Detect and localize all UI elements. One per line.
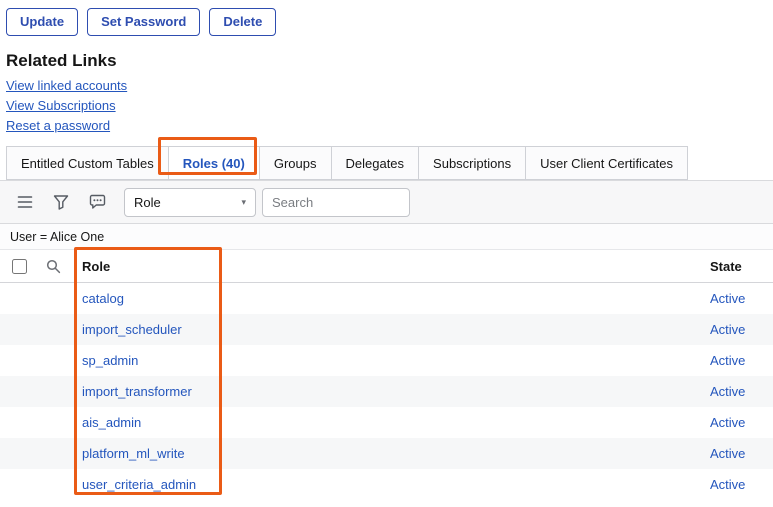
related-links-list: View linked accounts View Subscriptions … — [0, 78, 773, 133]
tab-delegates[interactable]: Delegates — [332, 146, 420, 180]
search-icon[interactable] — [46, 259, 61, 274]
role-link[interactable]: catalog — [82, 291, 124, 306]
state-link[interactable]: Active — [710, 477, 745, 492]
role-link[interactable]: ais_admin — [82, 415, 141, 430]
search-column-select[interactable]: Role ▾ — [124, 188, 256, 217]
list-toolbar: Role ▾ — [0, 180, 773, 224]
role-link[interactable]: user_criteria_admin — [82, 477, 196, 492]
tab-entitled-custom-tables[interactable]: Entitled Custom Tables — [6, 146, 169, 180]
table-row: import_scheduler Active — [0, 314, 773, 345]
table-body: catalog Active import_scheduler Active s… — [0, 283, 773, 500]
action-button-row: Update Set Password Delete — [0, 0, 773, 36]
tab-bar: Entitled Custom Tables Roles (40) Groups… — [0, 146, 773, 180]
state-link[interactable]: Active — [710, 446, 745, 461]
state-link[interactable]: Active — [710, 322, 745, 337]
table-header-row: Role State — [0, 250, 773, 283]
search-input[interactable] — [262, 188, 410, 217]
role-link[interactable]: import_scheduler — [82, 322, 182, 337]
chevron-down-icon: ▾ — [241, 197, 246, 208]
tab-user-client-certificates[interactable]: User Client Certificates — [526, 146, 688, 180]
update-button[interactable]: Update — [6, 8, 78, 36]
link-view-subscriptions[interactable]: View Subscriptions — [6, 98, 116, 113]
state-link[interactable]: Active — [710, 384, 745, 399]
list-icon[interactable] — [10, 187, 40, 217]
list-icon-glyph — [17, 195, 33, 209]
tab-groups[interactable]: Groups — [260, 146, 332, 180]
state-link[interactable]: Active — [710, 291, 745, 306]
roles-table: Role State catalog Active import_schedul… — [0, 250, 773, 500]
state-link[interactable]: Active — [710, 353, 745, 368]
table-row: import_transformer Active — [0, 376, 773, 407]
tab-subscriptions[interactable]: Subscriptions — [419, 146, 526, 180]
table-row: catalog Active — [0, 283, 773, 314]
tab-roles[interactable]: Roles (40) — [169, 146, 260, 180]
related-links-title: Related Links — [6, 51, 773, 71]
filter-condition-text: User = Alice One — [10, 230, 104, 244]
link-reset-a-password[interactable]: Reset a password — [6, 118, 110, 133]
role-link[interactable]: import_transformer — [82, 384, 192, 399]
table-row: user_criteria_admin Active — [0, 469, 773, 500]
filter-icon-glyph — [53, 194, 69, 210]
column-header-state[interactable]: State — [710, 259, 768, 274]
table-row: sp_admin Active — [0, 345, 773, 376]
select-all-cell — [12, 259, 38, 274]
table-row: ais_admin Active — [0, 407, 773, 438]
search-column-select-value: Role — [134, 195, 161, 210]
delete-button[interactable]: Delete — [209, 8, 276, 36]
role-link[interactable]: sp_admin — [82, 353, 138, 368]
link-view-linked-accounts[interactable]: View linked accounts — [6, 78, 127, 93]
state-link[interactable]: Active — [710, 415, 745, 430]
column-search-cell — [38, 259, 68, 274]
feedback-icon-glyph — [89, 194, 106, 210]
column-header-role[interactable]: Role — [68, 259, 710, 274]
list-filter-breadcrumb[interactable]: User = Alice One — [0, 224, 773, 250]
filter-icon[interactable] — [46, 187, 76, 217]
table-row: platform_ml_write Active — [0, 438, 773, 469]
select-all-checkbox[interactable] — [12, 259, 27, 274]
role-link[interactable]: platform_ml_write — [82, 446, 185, 461]
set-password-button[interactable]: Set Password — [87, 8, 200, 36]
feedback-icon[interactable] — [82, 187, 112, 217]
